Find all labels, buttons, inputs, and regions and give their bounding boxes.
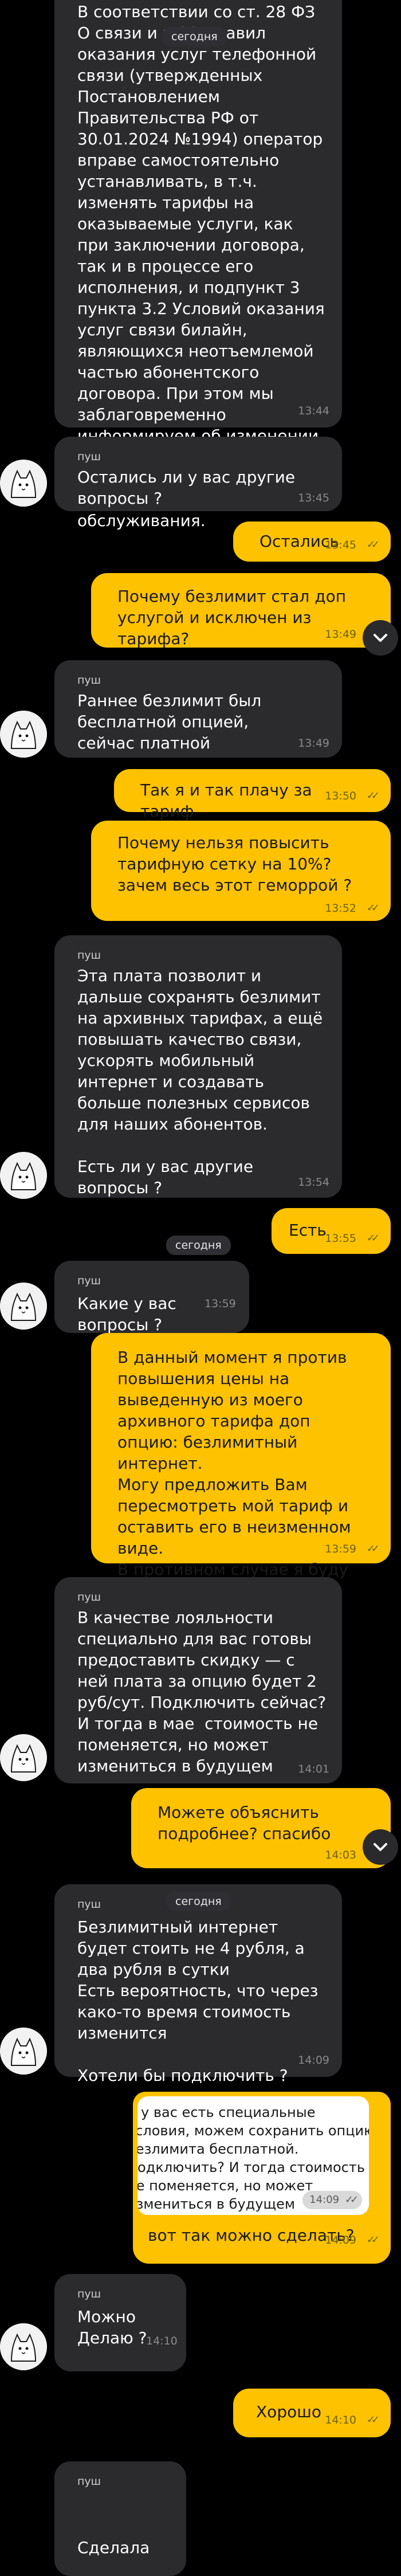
message-time: 14:01 bbox=[298, 1763, 329, 1775]
double-check-icon: ✓✓ bbox=[366, 1543, 380, 1555]
double-check-icon: ✓✓ bbox=[366, 2234, 380, 2246]
message-bubble-outgoing[interactable]: Можете объяснить подробнее? спасибо 14:0… bbox=[131, 1788, 391, 1868]
sender-name: пуш bbox=[77, 1591, 101, 1603]
white-cat-avatar-icon bbox=[0, 2323, 47, 2370]
sender-name: пуш bbox=[77, 1898, 101, 1911]
avatar[interactable] bbox=[0, 711, 47, 758]
message-text: Почему нельзя повысить тарифную сетку на… bbox=[117, 833, 352, 895]
sender-name: пуш bbox=[77, 450, 101, 463]
message-time: 14:10 bbox=[325, 2414, 356, 2426]
message-bubble-incoming[interactable]: пуш Эта плата позволит и дальше сохранят… bbox=[54, 935, 342, 1198]
double-check-icon: ✓✓ bbox=[344, 2194, 359, 2206]
message-text: В качестве лояльности специально для вас… bbox=[77, 1608, 332, 1775]
sender-name: пуш bbox=[77, 674, 101, 687]
message-bubble-outgoing[interactable]: Есть 13:55 ✓✓ bbox=[272, 1208, 391, 1254]
avatar[interactable] bbox=[0, 1152, 47, 1199]
message-time: 13:44 bbox=[298, 405, 329, 417]
message-text: Хорошо bbox=[256, 2402, 321, 2421]
message-text: Раннее безлимит был бесплатной опцией, с… bbox=[77, 691, 267, 752]
message-text: вот так можно сделать? bbox=[148, 2226, 355, 2245]
message-text: Можете объяснить подробнее? спасибо bbox=[158, 1803, 331, 1843]
message-time: 13:50 bbox=[325, 790, 356, 802]
avatar[interactable] bbox=[0, 2323, 47, 2370]
message-text: Остались ли у вас другие вопросы ? bbox=[77, 468, 300, 508]
quoted-time: 14:09 bbox=[309, 2194, 340, 2206]
double-check-icon: ✓✓ bbox=[366, 790, 380, 802]
message-bubble-incoming[interactable]: В соответствии со ст. 28 ФЗ О связи и п.… bbox=[54, 0, 342, 530]
date-chip: сегодня bbox=[166, 1892, 231, 1911]
message-time: 14:09 bbox=[325, 2234, 356, 2246]
double-check-icon: ✓✓ bbox=[366, 539, 380, 551]
message-bubble-incoming[interactable]: пуш Сделала bbox=[54, 2461, 186, 2576]
white-cat-avatar-icon bbox=[0, 1734, 47, 1781]
quoted-time-pill: 14:09 ✓✓ bbox=[302, 2191, 362, 2209]
message-text: Можно Делаю ? bbox=[77, 2307, 147, 2347]
message-bubble-incoming[interactable]: пуш Какие у вас вопросы ? 13:59 bbox=[54, 1261, 249, 1334]
double-check-icon: ✓✓ bbox=[366, 2414, 380, 2426]
avatar[interactable] bbox=[0, 460, 47, 507]
message-time: 13:49 bbox=[298, 737, 329, 750]
message-time: 14:03 bbox=[325, 1849, 356, 1861]
quoted-image-preview[interactable]: А у вас есть специальные условия, можем … bbox=[137, 2096, 369, 2215]
sender-name: пуш bbox=[77, 2475, 101, 2488]
date-chip: сегодня bbox=[166, 1236, 231, 1255]
message-time: 13:45 bbox=[298, 492, 329, 504]
message-text: Безлимитный интернет будет стоить не 4 р… bbox=[77, 1918, 319, 2085]
white-cat-avatar-icon bbox=[0, 2028, 47, 2075]
avatar[interactable] bbox=[0, 1734, 47, 1781]
message-bubble-outgoing[interactable]: Почему нельзя повысить тарифную сетку на… bbox=[91, 821, 391, 921]
white-cat-avatar-icon bbox=[0, 1283, 47, 1330]
message-bubble-outgoing[interactable]: А у вас есть специальные условия, можем … bbox=[133, 2092, 391, 2264]
message-time: 13:55 bbox=[325, 1232, 356, 1245]
message-time: 14:09 bbox=[298, 2054, 329, 2067]
white-cat-avatar-icon bbox=[0, 460, 47, 507]
chevron-down-icon bbox=[374, 634, 387, 642]
message-text: Сделала bbox=[77, 2538, 150, 2557]
message-text: Так я и так плачу за тариф bbox=[140, 781, 317, 821]
message-time: 13:45 bbox=[325, 539, 356, 551]
message-time: 13:49 bbox=[325, 628, 356, 641]
message-bubble-incoming[interactable]: пуш Раннее безлимит был бесплатной опцие… bbox=[54, 660, 342, 758]
chevron-down-icon bbox=[374, 1843, 387, 1851]
message-bubble-incoming[interactable]: пуш В качестве лояльности специально для… bbox=[54, 1577, 342, 1783]
message-time: 13:59 bbox=[205, 1297, 236, 1310]
message-time: 13:59 bbox=[325, 1543, 356, 1555]
message-bubble-incoming[interactable]: пуш Можно Делаю ? 14:10 bbox=[54, 2274, 186, 2371]
sender-name: пуш bbox=[77, 2288, 101, 2300]
double-check-icon: ✓✓ bbox=[366, 1232, 380, 1244]
sender-name: пуш bbox=[77, 1275, 101, 1287]
scroll-down-button[interactable] bbox=[363, 620, 398, 656]
message-time: 13:52 bbox=[325, 902, 356, 915]
message-bubble-outgoing[interactable]: Почему безлимит стал доп услугой и исклю… bbox=[91, 573, 391, 648]
sender-name: пуш bbox=[77, 949, 101, 962]
avatar[interactable] bbox=[0, 2028, 47, 2075]
date-chip: сегодня bbox=[162, 27, 227, 46]
message-bubble-outgoing[interactable]: В данный момент я против повышения цены … bbox=[91, 1333, 391, 1621]
message-time: 13:54 bbox=[298, 1176, 329, 1189]
scroll-down-button[interactable] bbox=[363, 1829, 398, 1865]
message-bubble-outgoing[interactable]: Так я и так плачу за тариф 13:50 ✓✓ bbox=[114, 769, 391, 821]
message-bubble-incoming[interactable]: пуш Безлимитный интернет будет стоить не… bbox=[54, 1884, 342, 2085]
message-bubble-incoming[interactable]: пуш Остались ли у вас другие вопросы ? 1… bbox=[54, 437, 342, 511]
white-cat-avatar-icon bbox=[0, 1152, 47, 1199]
message-bubble-outgoing[interactable]: Остались 13:45 ✓✓ bbox=[233, 522, 391, 562]
message-time: 14:10 bbox=[146, 2335, 178, 2347]
double-check-icon: ✓✓ bbox=[366, 902, 380, 914]
white-cat-avatar-icon bbox=[0, 711, 47, 758]
message-text: Эта плата позволит и дальше сохранять бе… bbox=[77, 966, 323, 1197]
message-text: Есть bbox=[289, 1221, 327, 1240]
message-bubble-outgoing[interactable]: Хорошо 14:10 ✓✓ bbox=[233, 2389, 391, 2437]
avatar[interactable] bbox=[0, 1283, 47, 1330]
